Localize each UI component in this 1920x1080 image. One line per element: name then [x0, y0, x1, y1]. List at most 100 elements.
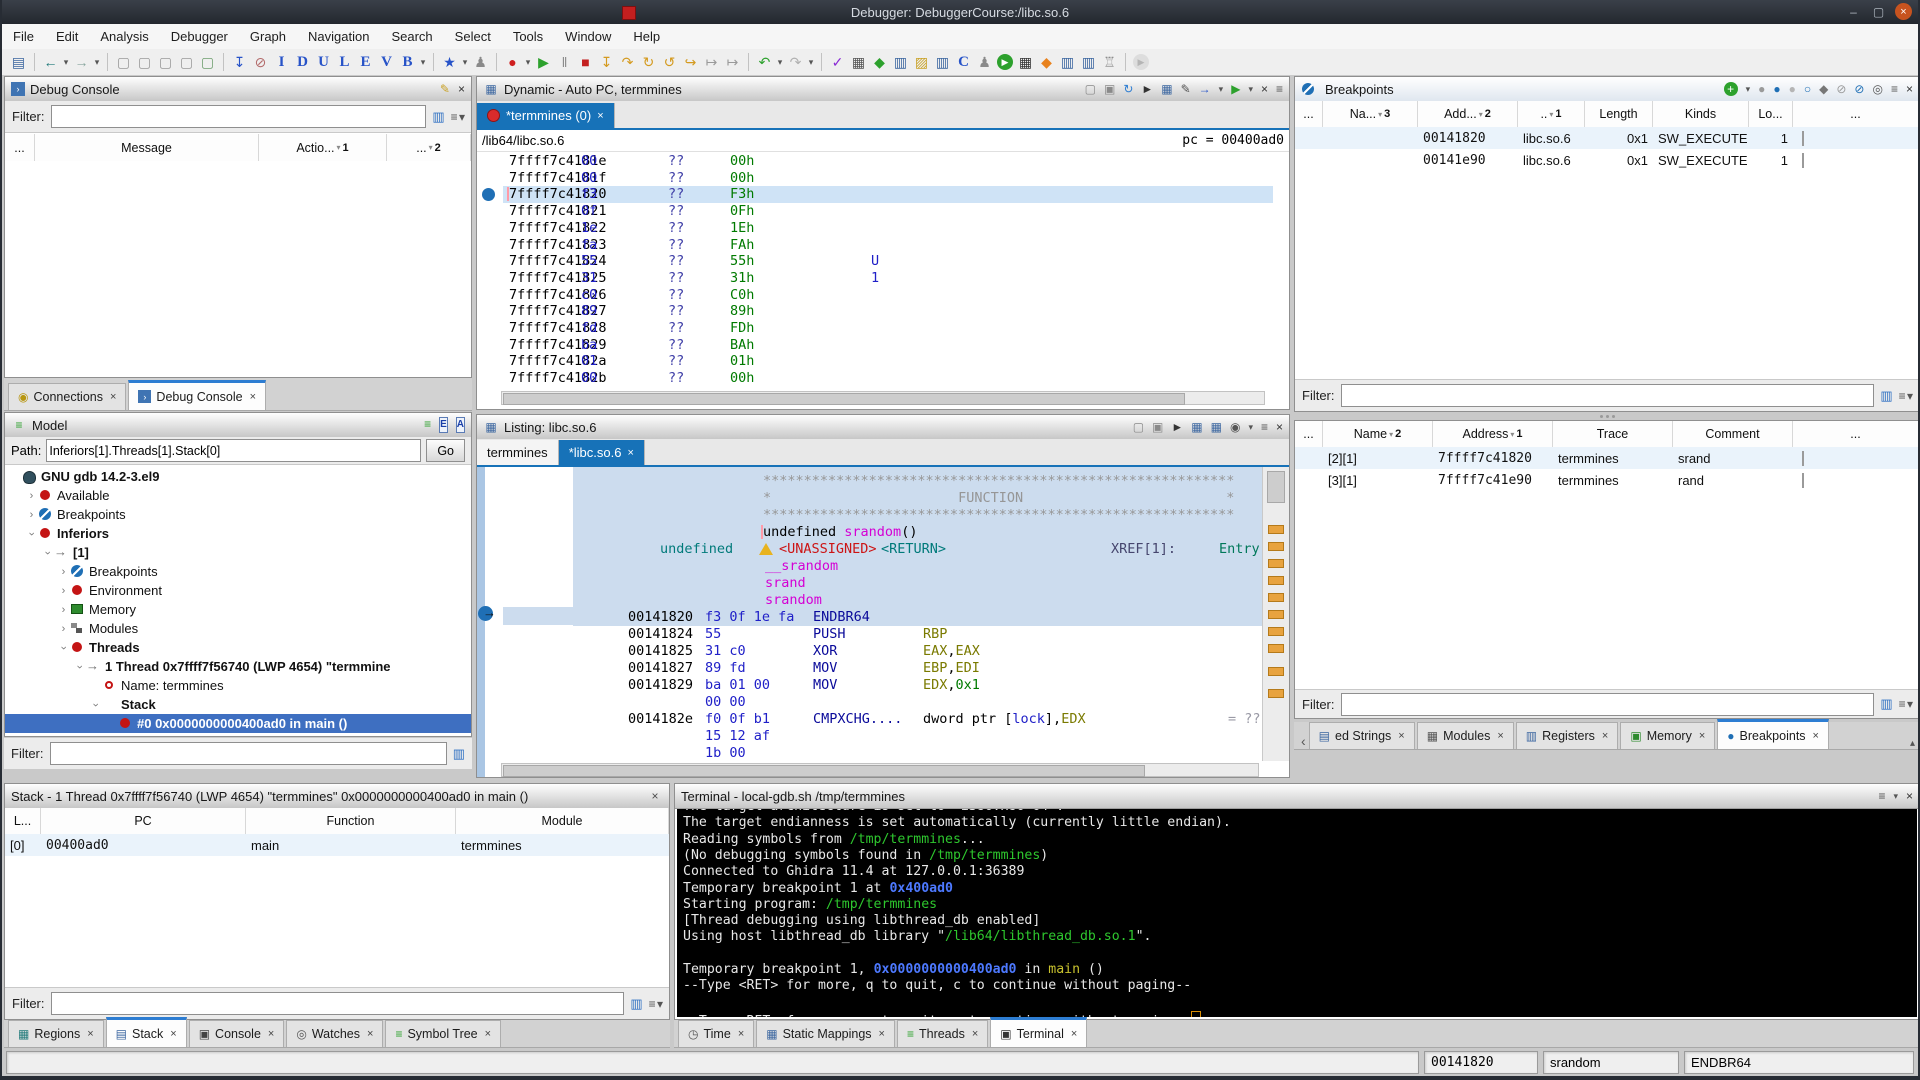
hex-row[interactable]: 7ffff7c41825 31?? 31h 1: [477, 270, 1289, 287]
filter-options-icon[interactable]: ≡ ▾: [649, 997, 663, 1011]
disable-all-icon[interactable]: ●: [1789, 82, 1796, 96]
hex-view[interactable]: 7ffff7c4181e 00?? 00h 7ffff7c4181f 00?? 00h 7f…: [477, 153, 1289, 387]
make-effective-icon[interactable]: ◆: [1819, 82, 1828, 96]
paste-icon[interactable]: ▣: [1152, 420, 1163, 434]
listing-line[interactable]: 1b 00: [477, 745, 1289, 762]
tree-node[interactable]: GNU gdb 14.2-3.el9: [5, 467, 471, 486]
menu-edit[interactable]: Edit: [45, 24, 89, 49]
breakpoints-column-header[interactable]: Length: [1585, 101, 1653, 127]
tab-ed-strings[interactable]: ▤ ed Strings ×: [1308, 722, 1415, 749]
splitter-handle[interactable]: [1294, 412, 1918, 420]
menu-icon[interactable]: ≡: [1261, 420, 1268, 434]
dropdown-icon[interactable]: ▾: [1248, 420, 1253, 434]
refresh-icon[interactable]: ↻: [1123, 82, 1133, 96]
paste-icon[interactable]: ▢: [155, 52, 176, 72]
tree-node[interactable]: › Modules: [5, 619, 471, 638]
menu-select[interactable]: Select: [444, 24, 502, 49]
hex-row[interactable]: 7ffff7c41821 0f?? 0Fh: [477, 203, 1289, 220]
disable-icon[interactable]: ●: [1758, 82, 1765, 96]
close-icon[interactable]: ×: [1276, 420, 1283, 434]
debug-console-column-header[interactable]: ... ▾ 2: [387, 134, 471, 161]
filter-options-icon[interactable]: ≡ ▾: [1899, 697, 1913, 711]
listing-line[interactable]: 00141829 ba 01 00 MOV EDX,0x1: [477, 677, 1289, 694]
hex-row[interactable]: 7ffff7c41824 55?? 55h U: [477, 253, 1289, 270]
snapshot-icon[interactable]: ◉: [1230, 420, 1240, 434]
tab-modules[interactable]: ▦ Modules ×: [1416, 722, 1514, 749]
format-e-icon[interactable]: E: [355, 52, 376, 72]
regex-icon[interactable]: ▥: [1880, 696, 1892, 712]
filter-input[interactable]: [49, 742, 447, 765]
vertical-scrollbar[interactable]: [1262, 467, 1289, 761]
close-icon[interactable]: ×: [597, 110, 603, 122]
chevron-right-icon[interactable]: ›: [57, 566, 70, 578]
console-c-icon[interactable]: C: [953, 52, 974, 72]
hex-row[interactable]: 7ffff7c4181f 00?? 00h: [477, 170, 1289, 187]
locations-column-header[interactable]: ...: [1295, 421, 1323, 447]
format-u-icon[interactable]: U: [313, 52, 334, 72]
dropdown-icon[interactable]: ▾: [1219, 82, 1224, 96]
show-attributes-icon[interactable]: A: [455, 417, 465, 433]
listing-line[interactable]: 15 12 af: [477, 728, 1289, 745]
debugger-user-icon[interactable]: ♟: [470, 52, 491, 72]
breakpoints-column-header[interactable]: Add... ▾ 2: [1418, 101, 1518, 127]
breakpoint-location-row[interactable]: [2][1] 7ffff7c41820 termmines srand: [1295, 447, 1918, 469]
listing-line[interactable]: __srandom: [477, 558, 1289, 575]
hex-row[interactable]: 7ffff7c41820 f3?? F3h: [503, 186, 1273, 204]
filter-options-icon[interactable]: ≡ ▾: [1899, 389, 1913, 403]
filter-input[interactable]: [1340, 384, 1875, 407]
close-icon[interactable]: ×: [879, 1028, 885, 1040]
clear-all-icon[interactable]: ⊘: [1854, 82, 1864, 96]
listing-line[interactable]: undefined srandom(): [477, 524, 1289, 541]
locations-column-header[interactable]: ...: [1793, 421, 1918, 447]
breakpoint-row[interactable]: 00141820 libc.so.6 0x1 SW_EXECUTE 1: [1295, 127, 1918, 149]
horizontal-scrollbar[interactable]: [501, 763, 1259, 777]
listing-line[interactable]: 00141825 31 c0 XOR EAX,EAX: [477, 643, 1289, 660]
diff-icon[interactable]: ◆: [869, 52, 890, 72]
hex-row[interactable]: 7ffff7c41827 89?? 89h: [477, 303, 1289, 320]
tabstrip-overflow-icon[interactable]: ▴: [1905, 738, 1918, 749]
emulate-icon[interactable]: ▶: [1133, 54, 1149, 70]
paste-icon[interactable]: ▢: [176, 52, 197, 72]
tab-terminal[interactable]: ▣ Terminal ×: [990, 1017, 1088, 1047]
enable-all-icon[interactable]: ○: [1804, 82, 1811, 96]
breakpoint-row[interactable]: 00141e90 libc.so.6 0x1 SW_EXECUTE 1: [1295, 149, 1918, 171]
tree-node[interactable]: › Environment: [5, 581, 471, 600]
tab-debug-console[interactable]: › Debug Console ×: [128, 380, 267, 410]
locations-column-header[interactable]: Name ▾ 2: [1323, 421, 1433, 447]
debug-console-column-header[interactable]: ...: [5, 134, 35, 161]
listing-tab--libc.so.6[interactable]: *libc.so.6 ×: [558, 440, 645, 465]
tree-mode-icon[interactable]: ≡: [424, 417, 431, 433]
track-pc-icon[interactable]: ▶: [1231, 82, 1240, 96]
hex-row[interactable]: 7ffff7c41829 ba?? BAh: [477, 337, 1289, 354]
stack-column-header[interactable]: PC: [41, 808, 246, 834]
interrupt-icon[interactable]: ‖: [554, 52, 575, 72]
cursor-icon[interactable]: ►: [1141, 82, 1153, 96]
show-elements-icon[interactable]: E: [439, 417, 448, 433]
listing-line[interactable]: ****************************************…: [477, 507, 1289, 524]
tab-breakpoints[interactable]: ● Breakpoints ×: [1717, 719, 1829, 749]
close-icon[interactable]: ×: [972, 1028, 978, 1040]
terminal-output[interactable]: The target architecture is set to "i386:…: [677, 809, 1917, 1017]
menu-icon[interactable]: ≡: [1276, 82, 1283, 96]
paste-icon[interactable]: ▣: [1104, 82, 1115, 96]
tree-node[interactable]: › → [1]: [5, 543, 471, 562]
close-icon[interactable]: ×: [1813, 730, 1819, 742]
chevron-down-icon[interactable]: ›: [90, 698, 102, 711]
checkbox[interactable]: [1802, 472, 1804, 488]
clear-icon[interactable]: ⊘: [1836, 82, 1846, 96]
stack-column-header[interactable]: Module: [456, 808, 669, 834]
tab-regions[interactable]: ▦ Regions ×: [8, 1020, 104, 1047]
menu-help[interactable]: Help: [622, 24, 671, 49]
magnifier-icon[interactable]: ◎: [1872, 82, 1882, 96]
copy-icon[interactable]: ▢: [1085, 82, 1096, 96]
format-d-icon[interactable]: D: [292, 52, 313, 72]
tree-node[interactable]: › Memory: [5, 600, 471, 619]
tree-node[interactable]: › Breakpoints: [5, 505, 471, 524]
filter-options-icon[interactable]: ≡ ▾: [451, 110, 465, 124]
format-i-icon[interactable]: I: [271, 52, 292, 72]
chevron-right-icon[interactable]: ›: [57, 604, 70, 616]
menu-navigation[interactable]: Navigation: [297, 24, 380, 49]
tab-connections[interactable]: ◉ Connections ×: [8, 383, 127, 410]
tab-registers[interactable]: ▥ Registers ×: [1515, 722, 1619, 749]
navigate-back-icon[interactable]: ←: [40, 52, 61, 72]
